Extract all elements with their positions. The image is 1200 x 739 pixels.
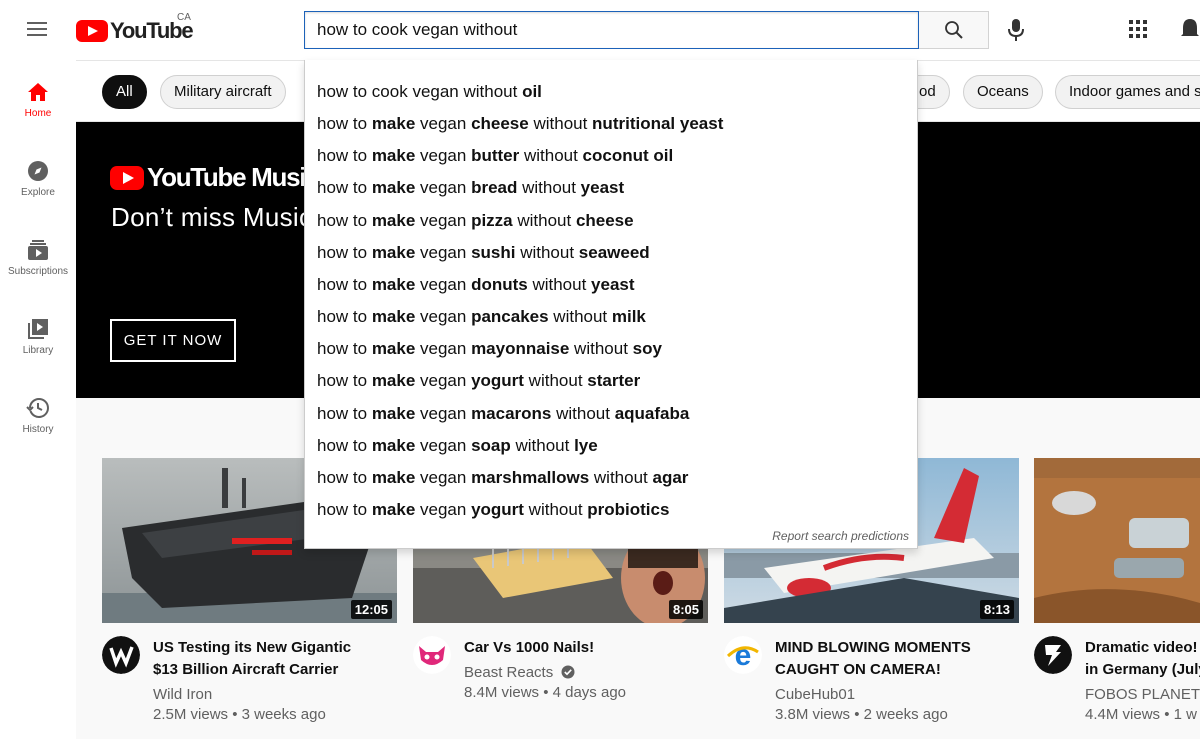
search-suggestion-item[interactable]: how to make vegan yogurt without probiot… (317, 494, 669, 526)
country-code: CA (177, 12, 191, 23)
search-input[interactable] (305, 12, 918, 48)
top-bar: YouTube CA (0, 0, 1200, 60)
sidebar-item-label: Library (22, 345, 54, 356)
subscriptions-icon (28, 240, 48, 260)
video-title[interactable]: Car Vs 1000 Nails! (464, 637, 704, 659)
sidebar-item-history[interactable]: History (0, 376, 76, 450)
home-icon (28, 83, 48, 101)
microphone-icon (1008, 19, 1024, 41)
menu-icon[interactable] (22, 18, 52, 42)
channel-avatar[interactable] (413, 636, 451, 674)
apps-grid-icon[interactable] (1127, 18, 1151, 42)
history-icon (26, 398, 49, 418)
chip-all[interactable]: All (102, 75, 147, 109)
channel-avatar[interactable]: e (724, 636, 762, 674)
search-suggestion-item[interactable]: how to make vegan bread without yeast (317, 172, 624, 204)
video-title[interactable]: Dramatic video! (in Germany (July (1085, 637, 1200, 681)
search-suggestion-item[interactable]: how to make vegan donuts without yeast (317, 269, 635, 301)
more-icon[interactable] (1180, 16, 1200, 42)
video-title[interactable]: MIND BLOWING MOMENTS CAUGHT ON CAMERA! (775, 637, 1015, 681)
search-suggestion-item[interactable]: how to make vegan butter without coconut… (317, 140, 673, 172)
search-suggestion-item[interactable]: how to make vegan cheese without nutriti… (317, 108, 723, 140)
video-duration: 8:13 (979, 600, 1014, 619)
search-icon (944, 21, 963, 39)
youtube-play-icon (76, 20, 108, 42)
search-suggestion-item[interactable]: how to make vegan sushi without seaweed (317, 237, 650, 269)
search-suggestion-item[interactable]: how to make vegan yogurt without starter (317, 365, 640, 397)
video-duration: 8:05 (668, 600, 703, 619)
search-box[interactable] (304, 11, 919, 49)
video-duration: 12:05 (350, 600, 392, 619)
video-meta: 2.5M views • 3 weeks ago (153, 706, 326, 723)
search-suggestion-item[interactable]: how to make vegan pizza without cheese (317, 205, 634, 237)
sidebar-item-home[interactable]: Home (0, 60, 76, 134)
get-it-now-button[interactable]: GET IT NOW (110, 319, 236, 362)
channel-avatar[interactable] (102, 636, 140, 674)
video-meta: 8.4M views • 4 days ago (464, 684, 626, 701)
report-search-predictions-link[interactable]: Report search predictions (772, 529, 909, 543)
search-suggestion-item[interactable]: how to make vegan mayonnaise without soy (317, 333, 662, 365)
channel-name[interactable]: CubeHub01 (775, 686, 855, 703)
search-suggestions-dropdown: how to cook vegan without oil how to make… (304, 60, 918, 549)
youtube-music-text: YouTube Music (147, 162, 320, 192)
search-suggestion-item[interactable]: how to make vegan pancakes without milk (317, 301, 646, 333)
chip-military-aircraft[interactable]: Military aircraft (160, 75, 286, 109)
channel-name[interactable]: Wild Iron (153, 686, 212, 703)
channel-name[interactable]: Beast Reacts (464, 664, 575, 681)
search-suggestion-item[interactable]: how to make vegan macarons without aquaf… (317, 398, 689, 430)
youtube-music-play-icon (110, 165, 144, 190)
youtube-music-logo: YouTube Music (110, 162, 320, 193)
sidebar-item-label: History (22, 424, 54, 435)
video-meta: 3.8M views • 2 weeks ago (775, 706, 948, 723)
video-title[interactable]: US Testing its New Gigantic $13 Billion A… (153, 637, 393, 681)
compass-icon (28, 161, 48, 181)
search-button[interactable] (919, 11, 989, 49)
search-suggestion-item[interactable]: how to cook vegan without oil (317, 76, 542, 108)
sidebar-item-subscriptions[interactable]: Subscriptions (0, 218, 76, 292)
library-icon (28, 319, 48, 339)
sidebar-item-library[interactable]: Library (0, 297, 76, 371)
banner-tagline: Don’t miss Music (111, 202, 313, 232)
svg-text:e: e (735, 639, 752, 672)
verified-check-icon (561, 665, 575, 679)
youtube-logo[interactable]: YouTube (76, 17, 194, 45)
voice-search-button[interactable] (1001, 14, 1031, 46)
chip-oceans[interactable]: Oceans (963, 75, 1043, 109)
video-card[interactable]: Dramatic video! (in Germany (July FOBOS … (1034, 458, 1200, 738)
channel-name[interactable]: FOBOS PLANET (1085, 686, 1200, 703)
search-suggestion-item[interactable]: how to make vegan soap without lye (317, 430, 598, 462)
chip-indoor-games[interactable]: Indoor games and s (1055, 75, 1200, 109)
video-thumbnail[interactable] (1034, 458, 1200, 623)
sidebar-item-label: Home (24, 108, 52, 119)
video-meta: 4.4M views • 1 w (1085, 706, 1197, 723)
sidebar-item-explore[interactable]: Explore (0, 139, 76, 213)
sidebar-item-label: Explore (21, 187, 55, 198)
sidebar-item-label: Subscriptions (7, 266, 69, 277)
channel-avatar[interactable] (1034, 636, 1072, 674)
search-suggestion-item[interactable]: how to make vegan marshmallows without a… (317, 462, 688, 494)
sidebar: Home Explore Subscriptions Library Histo… (0, 60, 76, 739)
